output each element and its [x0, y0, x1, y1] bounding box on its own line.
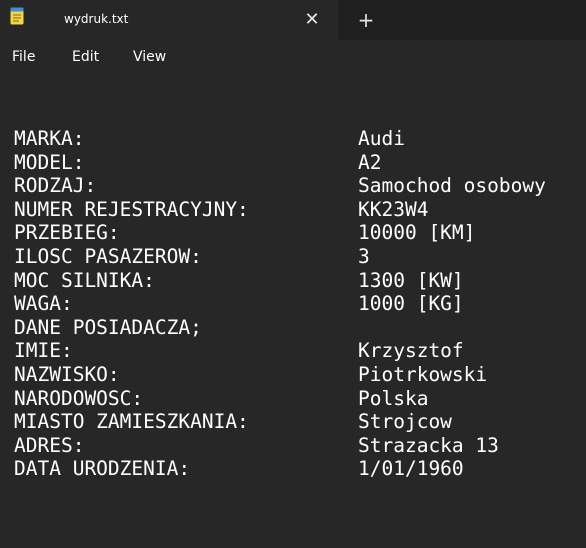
field-value: Strojcow — [358, 410, 452, 434]
field-value: Polska — [358, 386, 429, 410]
field-value: 3 — [358, 245, 370, 268]
field-value: Audi — [358, 127, 405, 150]
plus-icon: + — [357, 8, 375, 32]
text-editor[interactable]: MARKA: Audi MODEL: A2 RODZAJ: Samochod osobow… — [0, 76, 586, 548]
menu-edit[interactable]: Edit — [72, 49, 99, 65]
field-value: 1300 [KW] — [358, 268, 464, 292]
field-key: NARODOWOSC: — [14, 386, 144, 410]
field-key: DATA URODZENIA: — [14, 457, 191, 481]
field-key: MIASTO ZAMIESZKANIA: — [14, 410, 249, 434]
field-key: ILOSC PASAZEROW: — [14, 245, 202, 268]
field-key: NUMER REJESTRACYJNY: — [14, 197, 249, 221]
menu-bar: File Edit View — [0, 40, 586, 76]
field-value: Krzysztof — [358, 339, 464, 363]
new-tab-button[interactable]: + — [352, 6, 380, 34]
field-value: Piotrkowski — [358, 363, 488, 386]
notepad-icon — [10, 7, 24, 25]
field-value: KK23W4 — [358, 197, 429, 221]
title-bar: wydruk.txt ✕ + — [0, 0, 586, 40]
field-value: A2 — [358, 150, 382, 174]
field-key: DANE POSIADACZA; — [14, 315, 202, 339]
field-key: RODZAJ: — [14, 174, 97, 198]
field-key: NAZWISKO: — [14, 363, 120, 386]
tab-title: wydruk.txt — [64, 12, 129, 26]
field-key: MOC SILNIKA: — [14, 268, 155, 292]
close-icon: ✕ — [304, 8, 320, 30]
field-key: MODEL: — [14, 150, 85, 174]
tab-wydruk[interactable]: wydruk.txt ✕ — [0, 0, 338, 40]
field-value: 1000 [KG] — [358, 292, 464, 316]
field-value: 1/01/1960 — [358, 457, 464, 481]
menu-file[interactable]: File — [12, 49, 35, 65]
field-value: Strazacka 13 — [358, 433, 499, 457]
field-key: MARKA: — [14, 127, 85, 150]
field-key: IMIE: — [14, 339, 73, 363]
field-value: Samochod osobowy — [358, 174, 546, 198]
field-key: WAGA: — [14, 292, 73, 316]
menu-view[interactable]: View — [133, 49, 166, 65]
field-key: ADRES: — [14, 433, 85, 457]
close-tab-button[interactable]: ✕ — [300, 7, 324, 31]
field-key: PRZEBIEG: — [14, 221, 120, 245]
field-value: 10000 [KM] — [358, 221, 476, 245]
